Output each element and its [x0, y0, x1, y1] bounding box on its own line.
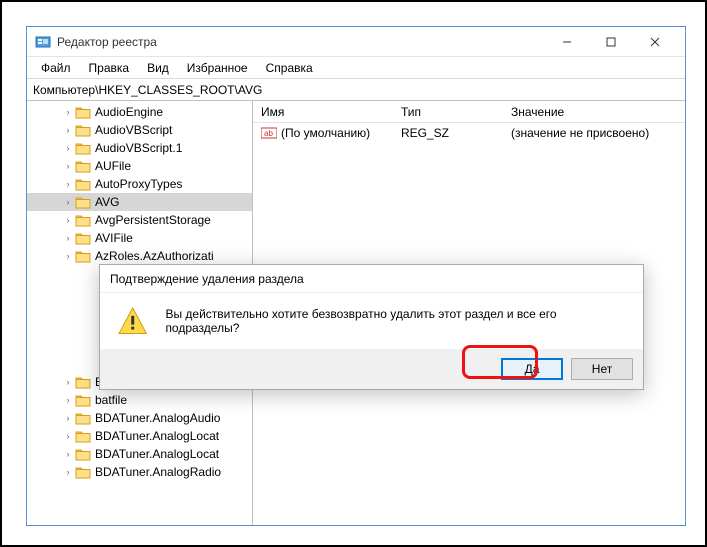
- tree-item[interactable]: › AudioVBScript.1: [27, 139, 252, 157]
- tree-item-label: AudioVBScript.1: [95, 141, 182, 155]
- menu-edit[interactable]: Правка: [81, 59, 138, 77]
- tree-item-label: BDATuner.AnalogLocat: [95, 447, 219, 461]
- tree-item-label: AudioVBScript: [95, 123, 172, 137]
- tree-item[interactable]: › AVIFile: [27, 229, 252, 247]
- folder-icon: [75, 105, 91, 119]
- warning-icon: [118, 307, 147, 335]
- tree-item[interactable]: › BDATuner.AnalogLocat: [27, 445, 252, 463]
- tree-item-label: BDATuner.AnalogAudio: [95, 411, 220, 425]
- folder-icon: [75, 177, 91, 191]
- tree-item-label: batfile: [95, 393, 127, 407]
- expand-arrow-icon[interactable]: ›: [63, 179, 73, 189]
- address-text: Компьютер\HKEY_CLASSES_ROOT\AVG: [33, 83, 262, 97]
- folder-icon: [75, 447, 91, 461]
- tree-item[interactable]: › AVG: [27, 193, 252, 211]
- value-type: REG_SZ: [393, 126, 503, 140]
- tree-item[interactable]: › AudioVBScript: [27, 121, 252, 139]
- expand-arrow-icon[interactable]: ›: [63, 449, 73, 459]
- tree-item-label: AudioEngine: [95, 105, 163, 119]
- tree-item[interactable]: › BDATuner.AnalogLocat: [27, 427, 252, 445]
- no-button[interactable]: Нет: [571, 358, 633, 380]
- tree-item-label: AVG: [95, 195, 119, 209]
- expand-arrow-icon[interactable]: ›: [63, 143, 73, 153]
- tree-item-label: AUFile: [95, 159, 131, 173]
- yes-button[interactable]: Да: [501, 358, 563, 380]
- dialog-button-bar: Да Нет: [100, 349, 643, 389]
- tree-item[interactable]: › AvgPersistentStorage: [27, 211, 252, 229]
- confirm-delete-dialog: Подтверждение удаления раздела Вы действ…: [99, 264, 644, 390]
- close-button[interactable]: [633, 28, 677, 56]
- expand-arrow-icon[interactable]: ›: [63, 215, 73, 225]
- minimize-button[interactable]: [545, 28, 589, 56]
- folder-icon: [75, 141, 91, 155]
- folder-icon: [75, 393, 91, 407]
- value-name: (По умолчанию): [281, 126, 370, 140]
- expand-arrow-icon[interactable]: ›: [63, 161, 73, 171]
- address-bar[interactable]: Компьютер\HKEY_CLASSES_ROOT\AVG: [27, 79, 685, 101]
- expand-arrow-icon[interactable]: ›: [63, 395, 73, 405]
- tree-item-label: BDATuner.AnalogLocat: [95, 429, 219, 443]
- folder-icon: [75, 465, 91, 479]
- col-name[interactable]: Имя: [253, 105, 393, 119]
- tree-item-label: AVIFile: [95, 231, 133, 245]
- folder-icon: [75, 195, 91, 209]
- menu-file[interactable]: Файл: [33, 59, 79, 77]
- folder-icon: [75, 213, 91, 227]
- expand-arrow-icon[interactable]: ›: [63, 107, 73, 117]
- col-value[interactable]: Значение: [503, 105, 685, 119]
- tree-item[interactable]: › BDATuner.AnalogRadio: [27, 463, 252, 481]
- window-title: Редактор реестра: [57, 35, 157, 49]
- menu-favorites[interactable]: Избранное: [179, 59, 256, 77]
- folder-icon: [75, 375, 91, 389]
- tree-item[interactable]: › batfile: [27, 391, 252, 409]
- folder-icon: [75, 159, 91, 173]
- expand-arrow-icon[interactable]: ›: [63, 251, 73, 261]
- tree-item[interactable]: › BDATuner.AnalogAudio: [27, 409, 252, 427]
- tree-item[interactable]: › AUFile: [27, 157, 252, 175]
- tree-item[interactable]: › AzRoles.AzAuthorizati: [27, 247, 252, 265]
- col-type[interactable]: Тип: [393, 105, 503, 119]
- menu-help[interactable]: Справка: [258, 59, 321, 77]
- tree-item-label: AutoProxyTypes: [95, 177, 182, 191]
- folder-icon: [75, 429, 91, 443]
- dialog-title: Подтверждение удаления раздела: [100, 265, 643, 293]
- maximize-button[interactable]: [589, 28, 633, 56]
- string-value-icon: ab: [261, 126, 277, 140]
- expand-arrow-icon[interactable]: ›: [63, 233, 73, 243]
- list-header: Имя Тип Значение: [253, 101, 685, 123]
- expand-arrow-icon[interactable]: ›: [63, 125, 73, 135]
- tree-item[interactable]: › AudioEngine: [27, 103, 252, 121]
- expand-arrow-icon[interactable]: ›: [63, 431, 73, 441]
- folder-icon: [75, 411, 91, 425]
- list-row[interactable]: ab (По умолчанию) REG_SZ (значение не пр…: [253, 123, 685, 143]
- tree-item[interactable]: › AutoProxyTypes: [27, 175, 252, 193]
- tree-item-label: AzRoles.AzAuthorizati: [95, 249, 214, 263]
- menubar: Файл Правка Вид Избранное Справка: [27, 57, 685, 79]
- expand-arrow-icon[interactable]: ›: [63, 413, 73, 423]
- folder-icon: [75, 249, 91, 263]
- svg-text:ab: ab: [264, 129, 273, 138]
- tree-item-label: AvgPersistentStorage: [95, 213, 211, 227]
- dialog-message: Вы действительно хотите безвозвратно уда…: [165, 307, 625, 335]
- expand-arrow-icon[interactable]: ›: [63, 467, 73, 477]
- expand-arrow-icon[interactable]: ›: [63, 377, 73, 387]
- titlebar: Редактор реестра: [27, 27, 685, 57]
- regedit-icon: [35, 34, 51, 50]
- folder-icon: [75, 231, 91, 245]
- menu-view[interactable]: Вид: [139, 59, 177, 77]
- value-data: (значение не присвоено): [503, 126, 685, 140]
- folder-icon: [75, 123, 91, 137]
- tree-item-label: BDATuner.AnalogRadio: [95, 465, 221, 479]
- expand-arrow-icon[interactable]: ›: [63, 197, 73, 207]
